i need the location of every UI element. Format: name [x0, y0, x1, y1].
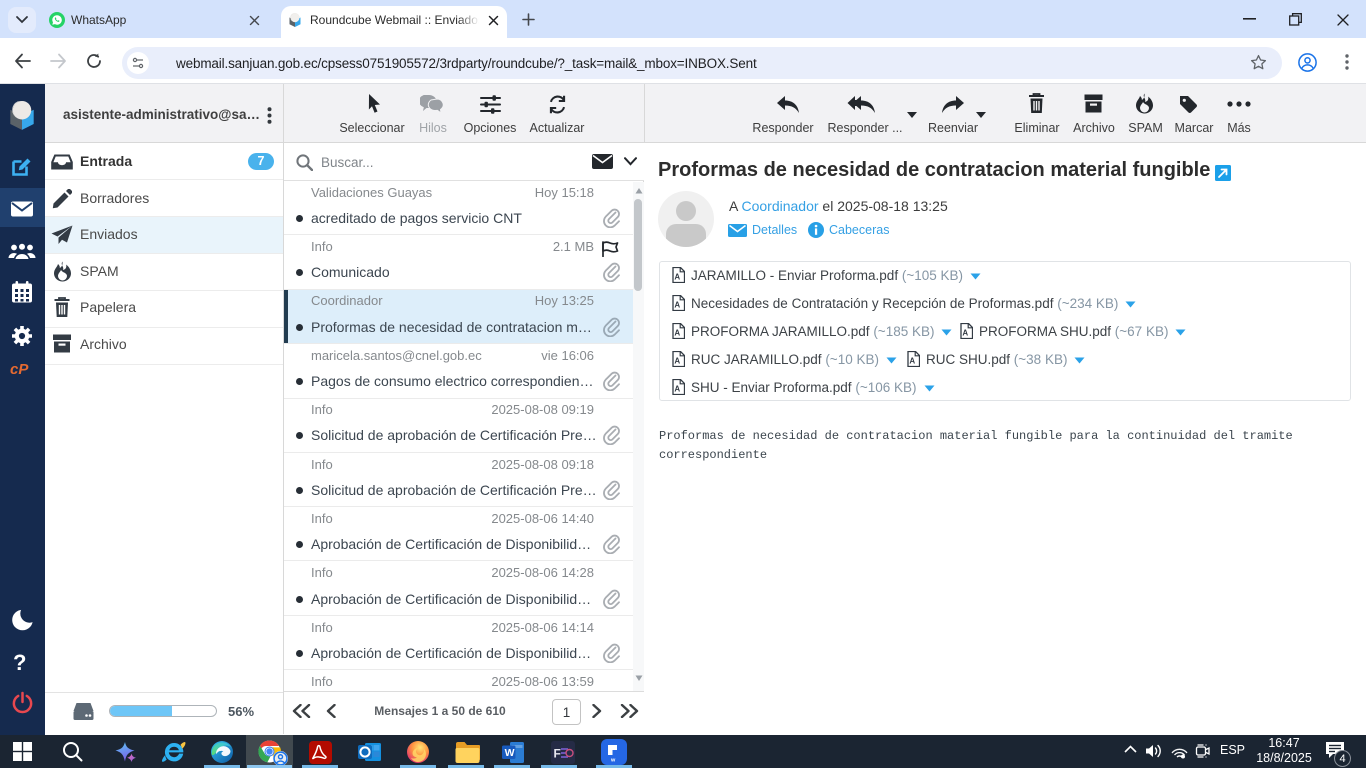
svg-text:W: W: [505, 747, 515, 759]
svg-text:A: A: [909, 357, 915, 366]
svg-text:A: A: [674, 301, 680, 310]
svg-text:A: A: [962, 329, 968, 338]
svg-text:A: A: [674, 385, 680, 394]
svg-text:A: A: [674, 329, 680, 338]
svg-text:w: w: [610, 758, 616, 764]
svg-text:A: A: [674, 357, 680, 366]
svg-text:F: F: [554, 747, 561, 761]
svg-text:A: A: [674, 273, 680, 282]
